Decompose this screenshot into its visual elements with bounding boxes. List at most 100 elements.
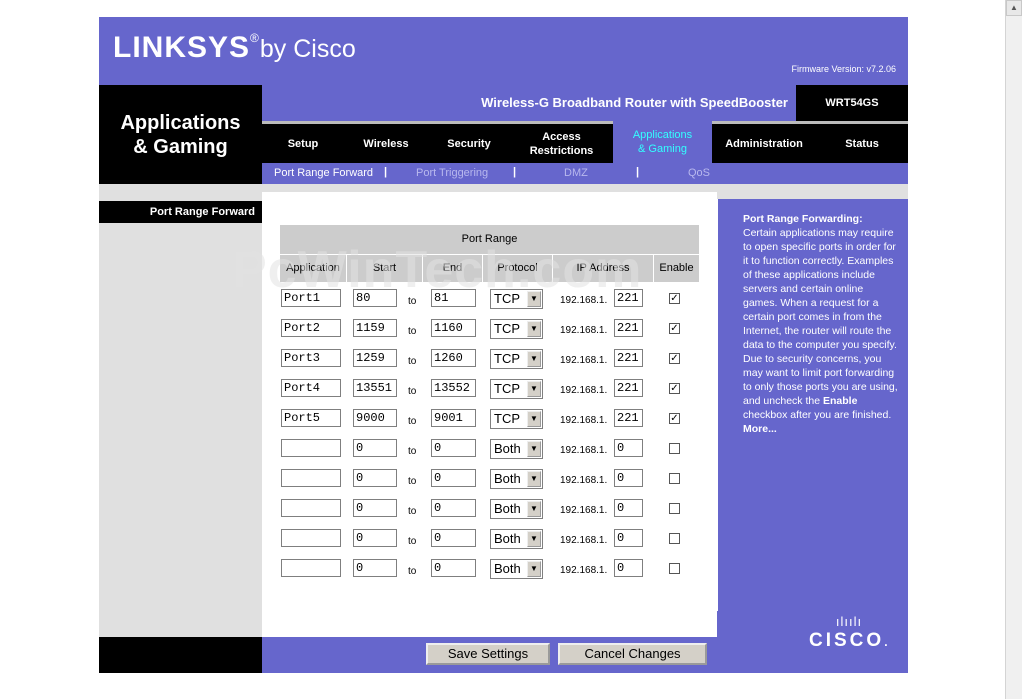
enable-checkbox[interactable]: ✓ — [669, 323, 680, 334]
end-port-input[interactable]: 1260 — [431, 349, 476, 367]
protocol-select[interactable]: Both ▼ — [490, 499, 543, 519]
ip-last-octet-input[interactable]: 221 — [614, 379, 643, 397]
dropdown-arrow-icon[interactable]: ▼ — [527, 441, 541, 457]
protocol-select[interactable]: TCP ▼ — [490, 289, 543, 309]
ip-last-octet-input[interactable]: 0 — [614, 529, 643, 547]
subnav-separator: | — [636, 166, 640, 178]
dropdown-arrow-icon[interactable]: ▼ — [527, 411, 541, 427]
subtab-qos[interactable]: QoS — [688, 167, 710, 179]
enable-checkbox[interactable]: ✓ — [669, 293, 680, 304]
subtab-port-range-forward[interactable]: Port Range Forward — [274, 167, 373, 179]
protocol-select[interactable]: Both ▼ — [490, 439, 543, 459]
col-end: End — [423, 255, 482, 282]
linksys-logo: LINKSYS®by Cisco — [113, 31, 356, 65]
application-name-input[interactable] — [281, 559, 341, 577]
application-name-input[interactable]: Port5 — [281, 409, 341, 427]
checkmark-icon: ✓ — [670, 323, 679, 334]
start-port-input[interactable]: 0 — [353, 499, 397, 517]
end-port-input[interactable]: 0 — [431, 439, 476, 457]
ip-last-octet-input[interactable]: 221 — [614, 349, 643, 367]
start-port-input[interactable]: 1159 — [353, 319, 397, 337]
tab-access-restrictions[interactable]: Access Restrictions — [510, 124, 613, 163]
end-port-input[interactable]: 1160 — [431, 319, 476, 337]
tab-setup[interactable]: Setup — [262, 124, 344, 163]
tab-security[interactable]: Security — [428, 124, 510, 163]
end-port-input[interactable]: 0 — [431, 499, 476, 517]
dropdown-arrow-icon[interactable]: ▼ — [527, 561, 541, 577]
vertical-scrollbar[interactable]: ▲ — [1005, 0, 1022, 699]
enable-checkbox[interactable] — [669, 563, 680, 574]
start-port-input[interactable]: 0 — [353, 529, 397, 547]
start-port-input[interactable]: 0 — [353, 469, 397, 487]
dropdown-arrow-icon[interactable]: ▼ — [527, 471, 541, 487]
protocol-select[interactable]: TCP ▼ — [490, 379, 543, 399]
enable-checkbox[interactable]: ✓ — [669, 413, 680, 424]
enable-checkbox[interactable] — [669, 533, 680, 544]
application-name-input[interactable] — [281, 529, 341, 547]
start-port-input[interactable]: 13551 — [353, 379, 397, 397]
protocol-select[interactable]: Both ▼ — [490, 559, 543, 579]
scroll-up-arrow-icon[interactable]: ▲ — [1006, 0, 1022, 16]
tab-status[interactable]: Status — [816, 124, 908, 163]
end-port-input[interactable]: 81 — [431, 289, 476, 307]
subnav-separator: | — [384, 166, 388, 178]
application-name-input[interactable]: Port4 — [281, 379, 341, 397]
ip-last-octet-input[interactable]: 221 — [614, 409, 643, 427]
cisco-wordmark: CISCO. — [809, 631, 889, 652]
start-port-input[interactable]: 0 — [353, 439, 397, 457]
enable-checkbox[interactable]: ✓ — [669, 383, 680, 394]
help-more-link[interactable]: More... — [743, 422, 898, 436]
start-port-input[interactable]: 80 — [353, 289, 397, 307]
col-protocol: Protocol — [483, 255, 552, 282]
help-panel: Port Range Forwarding: Certain applicati… — [718, 199, 908, 611]
end-port-input[interactable]: 0 — [431, 529, 476, 547]
ip-prefix: 192.168.1. — [560, 475, 608, 486]
protocol-select[interactable]: Both ▼ — [490, 469, 543, 489]
application-name-input[interactable] — [281, 469, 341, 487]
tab-applications-gaming[interactable]: Applications & Gaming — [613, 121, 712, 163]
application-name-input[interactable] — [281, 499, 341, 517]
enable-checkbox[interactable] — [669, 443, 680, 454]
subtab-port-triggering[interactable]: Port Triggering — [416, 167, 488, 179]
application-name-input[interactable]: Port3 — [281, 349, 341, 367]
enable-checkbox[interactable]: ✓ — [669, 353, 680, 364]
dropdown-arrow-icon[interactable]: ▼ — [527, 531, 541, 547]
subtab-dmz[interactable]: DMZ — [564, 167, 588, 179]
ip-last-octet-input[interactable]: 0 — [614, 559, 643, 577]
ip-last-octet-input[interactable]: 221 — [614, 319, 643, 337]
application-name-input[interactable]: Port2 — [281, 319, 341, 337]
ip-last-octet-input[interactable]: 0 — [614, 499, 643, 517]
end-port-input[interactable]: 13552 — [431, 379, 476, 397]
dropdown-arrow-icon[interactable]: ▼ — [527, 381, 541, 397]
application-name-input[interactable] — [281, 439, 341, 457]
end-port-input[interactable]: 0 — [431, 559, 476, 577]
enable-checkbox[interactable] — [669, 503, 680, 514]
dropdown-arrow-icon[interactable]: ▼ — [527, 291, 541, 307]
to-label: to — [408, 476, 417, 487]
save-settings-button[interactable]: Save Settings — [426, 643, 550, 665]
protocol-select[interactable]: Both ▼ — [490, 529, 543, 549]
protocol-select[interactable]: TCP ▼ — [490, 409, 543, 429]
dropdown-arrow-icon[interactable]: ▼ — [527, 321, 541, 337]
enable-checkbox[interactable] — [669, 473, 680, 484]
protocol-select[interactable]: TCP ▼ — [490, 349, 543, 369]
end-port-input[interactable]: 9001 — [431, 409, 476, 427]
end-port-input[interactable]: 0 — [431, 469, 476, 487]
application-name-input[interactable]: Port1 — [281, 289, 341, 307]
cancel-changes-button[interactable]: Cancel Changes — [558, 643, 707, 665]
dropdown-arrow-icon[interactable]: ▼ — [527, 351, 541, 367]
start-port-input[interactable]: 9000 — [353, 409, 397, 427]
tab-label: Wireless — [363, 137, 409, 150]
start-port-input[interactable]: 1259 — [353, 349, 397, 367]
ip-last-octet-input[interactable]: 0 — [614, 469, 643, 487]
table-row: Port5 9000 to 9001 TCP ▼ 192.168.1. 221 ✓ — [280, 409, 699, 431]
tab-wireless[interactable]: Wireless — [344, 124, 428, 163]
tab-label: Administration — [725, 137, 803, 150]
start-port-input[interactable]: 0 — [353, 559, 397, 577]
tab-label: & Gaming — [638, 143, 687, 155]
protocol-select[interactable]: TCP ▼ — [490, 319, 543, 339]
ip-last-octet-input[interactable]: 221 — [614, 289, 643, 307]
ip-last-octet-input[interactable]: 0 — [614, 439, 643, 457]
tab-administration[interactable]: Administration — [712, 124, 816, 163]
dropdown-arrow-icon[interactable]: ▼ — [527, 501, 541, 517]
